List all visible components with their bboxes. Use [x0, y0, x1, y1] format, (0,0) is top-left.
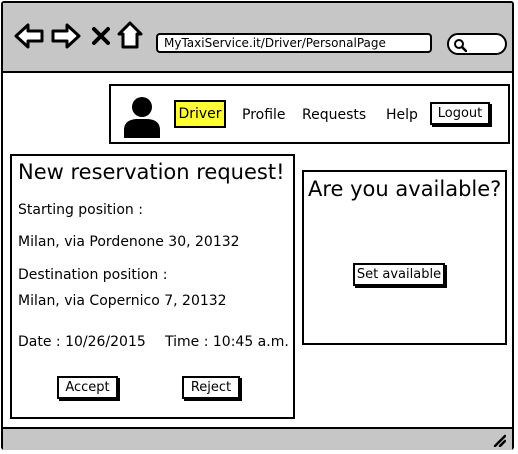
url-bar[interactable]: MyTaxiService.it/Driver/PersonalPage [156, 33, 432, 53]
main-navigation: Driver Profile Requests Help Logout [109, 84, 510, 144]
set-available-button[interactable]: Set available [353, 263, 445, 286]
nav-driver[interactable]: Driver [174, 100, 226, 128]
nav-profile[interactable]: Profile [242, 106, 286, 124]
forward-arrow-icon[interactable] [51, 23, 81, 53]
accept-button[interactable]: Accept [57, 376, 118, 399]
user-avatar-icon [122, 94, 162, 142]
search-box[interactable] [447, 33, 507, 55]
reservation-title: New reservation request! [18, 160, 285, 184]
availability-panel: Are you available? Set available [302, 170, 507, 345]
reservation-time: Time : 10:45 a.m. [165, 334, 289, 350]
back-arrow-icon[interactable] [14, 23, 44, 53]
start-label: Starting position : [18, 202, 143, 218]
close-icon[interactable] [91, 26, 111, 50]
reject-button[interactable]: Reject [182, 376, 240, 399]
nav-help[interactable]: Help [386, 106, 418, 124]
start-value: Milan, via Pordenone 30, 20132 [18, 234, 240, 250]
home-icon[interactable] [117, 21, 143, 53]
browser-toolbar: MyTaxiService.it/Driver/PersonalPage [3, 3, 512, 73]
search-icon [454, 39, 467, 52]
status-bar [3, 427, 512, 450]
destination-label: Destination position : [18, 267, 168, 283]
availability-title: Are you available? [308, 177, 502, 201]
nav-requests[interactable]: Requests [302, 106, 366, 124]
reservation-date: Date : 10/26/2015 [18, 334, 146, 350]
destination-value: Milan, via Copernico 7, 20132 [18, 293, 227, 309]
reservation-request-panel: New reservation request! Starting positi… [10, 154, 295, 419]
logout-button[interactable]: Logout [430, 102, 490, 125]
resize-grip-icon[interactable] [492, 432, 507, 451]
